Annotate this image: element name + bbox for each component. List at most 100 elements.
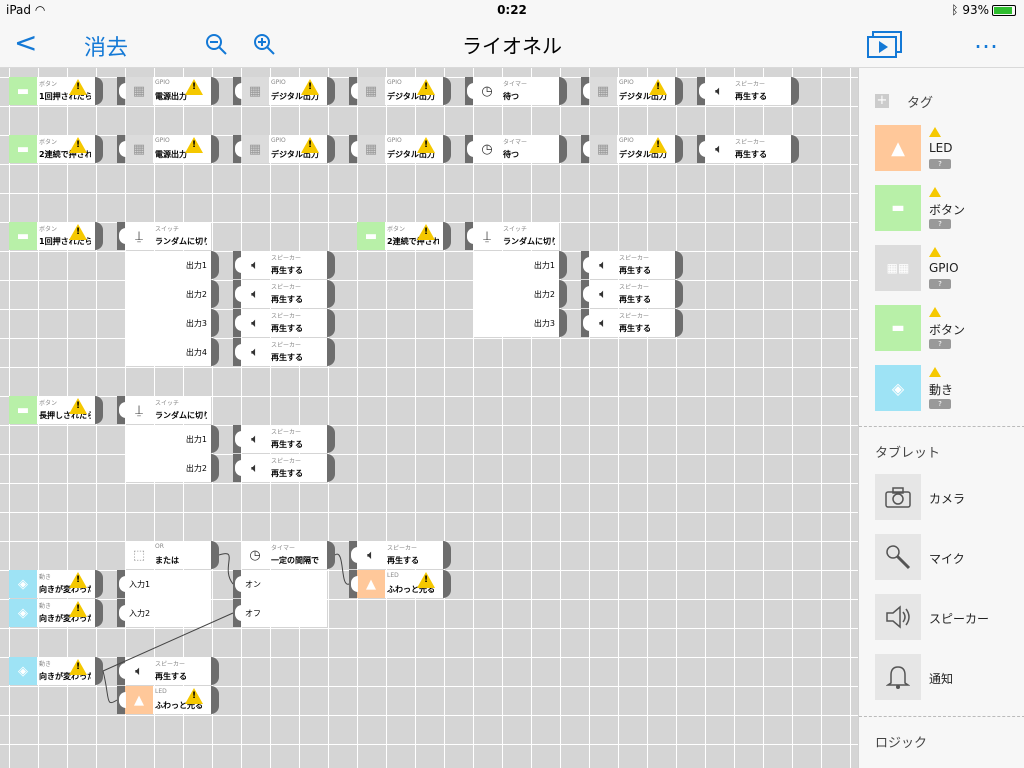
input-connector[interactable] [581, 77, 590, 105]
block-speaker[interactable]: 🔈︎ スピーカー 再生する [241, 338, 327, 366]
input-connector[interactable] [233, 251, 242, 279]
output-connector[interactable] [95, 570, 103, 598]
input-connector[interactable] [117, 135, 126, 163]
output-connector[interactable] [559, 309, 567, 337]
program-canvas[interactable]: ▬ボタン1回押されたら ▦GPIO電源出力 ▦GPIOデジタル出力 ▦GPIOデジタル… [0, 68, 858, 768]
output-connector[interactable] [327, 425, 335, 453]
input-connector[interactable] [117, 222, 126, 250]
output-connector[interactable] [327, 251, 335, 279]
output-connector[interactable] [327, 309, 335, 337]
input-connector[interactable] [233, 135, 242, 163]
block-button[interactable]: ▬ ボタン 長押しされたら [9, 396, 95, 424]
output-connector[interactable] [559, 135, 567, 163]
speaker-tile[interactable] [875, 594, 921, 640]
output-connector[interactable] [211, 77, 219, 105]
block-or[interactable]: ⬚ OR または [125, 541, 211, 569]
output-connector[interactable] [211, 309, 219, 337]
output-connector[interactable] [211, 541, 219, 569]
output-connector[interactable] [95, 135, 103, 163]
input-connector[interactable] [233, 599, 242, 627]
tag-button-tile[interactable]: ▬ [875, 185, 921, 231]
block-motion[interactable]: ◈動き向きが変わったら [9, 599, 95, 627]
notification-tile[interactable] [875, 654, 921, 700]
input-connector[interactable] [465, 222, 474, 250]
input-connector[interactable] [117, 686, 126, 714]
input-connector[interactable] [349, 541, 358, 569]
block-gpio[interactable]: ▦ GPIO デジタル出力 [241, 77, 327, 105]
tag-button-2-tile[interactable]: ▬ [875, 305, 921, 351]
block-motion[interactable]: ◈動き向きが変わったら [9, 657, 95, 685]
output-connector[interactable] [211, 135, 219, 163]
input-connector[interactable] [697, 77, 706, 105]
block-switch[interactable]: ⍊ スイッチランダムに切り替える [125, 396, 211, 424]
block-speaker[interactable]: 🔈︎ スピーカー 再生する [241, 454, 327, 482]
block-led[interactable]: ▲ LED ふわっと光る [125, 686, 211, 714]
input-connector[interactable] [233, 338, 242, 366]
output-connector[interactable] [95, 77, 103, 105]
block-speaker[interactable]: 🔈︎ スピーカー 再生する [241, 280, 327, 308]
input-connector[interactable] [465, 135, 474, 163]
output-connector[interactable] [211, 454, 219, 482]
output-connector[interactable] [327, 454, 335, 482]
block-timer[interactable]: ◷ タイマー 一定の間隔で [241, 541, 327, 569]
input-connector[interactable] [697, 135, 706, 163]
output-connector[interactable] [443, 541, 451, 569]
block-speaker[interactable]: 🔈︎ スピーカー 再生する [705, 77, 791, 105]
tag-gpio-tile[interactable]: ▦▦ [875, 245, 921, 291]
output-connector[interactable] [211, 686, 219, 714]
block-gpio[interactable]: ▦ GPIO デジタル出力 [357, 77, 443, 105]
more-button[interactable]: … [974, 26, 998, 54]
input-connector[interactable] [581, 309, 590, 337]
block-gpio[interactable]: ▦ GPIO デジタル出力 [357, 135, 443, 163]
output-connector[interactable] [559, 251, 567, 279]
output-connector[interactable] [95, 396, 103, 424]
add-tag-icon[interactable]: + [875, 94, 889, 108]
block-speaker[interactable]: 🔈︎ スピーカー 再生する [705, 135, 791, 163]
output-connector[interactable] [211, 280, 219, 308]
block-switch[interactable]: ⍊ スイッチランダムに切り替える [473, 222, 559, 250]
block-gpio[interactable]: ▦ GPIO デジタル出力 [589, 77, 675, 105]
block-speaker[interactable]: 🔈︎ スピーカー 再生する [589, 309, 675, 337]
output-connector[interactable] [443, 222, 451, 250]
block-button[interactable]: ▬ボタン2連続で押されたら [357, 222, 443, 250]
output-connector[interactable] [443, 135, 451, 163]
input-connector[interactable] [233, 280, 242, 308]
input-connector[interactable] [233, 570, 242, 598]
output-connector[interactable] [559, 77, 567, 105]
tag-led-tile[interactable]: ▲ [875, 125, 921, 171]
input-connector[interactable] [233, 425, 242, 453]
output-connector[interactable] [443, 77, 451, 105]
block-gpio[interactable]: ▦ GPIO 電源出力 [125, 135, 211, 163]
input-connector[interactable] [233, 454, 242, 482]
output-connector[interactable] [95, 222, 103, 250]
block-switch[interactable]: ⍊ スイッチランダムに切り替える [125, 222, 211, 250]
block-button[interactable]: ▬ ボタン 1回押されたら [9, 222, 95, 250]
block-speaker[interactable]: 🔈︎ スピーカー 再生する [357, 541, 443, 569]
output-connector[interactable] [211, 425, 219, 453]
output-connector[interactable] [443, 570, 451, 598]
block-button[interactable]: ▬ ボタン 1回押されたら [9, 77, 95, 105]
block-gpio[interactable]: ▦ GPIO デジタル出力 [589, 135, 675, 163]
input-connector[interactable] [117, 77, 126, 105]
play-slides-icon[interactable] [866, 30, 904, 58]
block-speaker[interactable]: 🔈︎ スピーカー 再生する [241, 251, 327, 279]
output-connector[interactable] [559, 280, 567, 308]
output-connector[interactable] [327, 541, 335, 569]
mic-tile[interactable] [875, 534, 921, 580]
input-connector[interactable] [117, 396, 126, 424]
block-gpio[interactable]: ▦ GPIO デジタル出力 [241, 135, 327, 163]
output-connector[interactable] [327, 77, 335, 105]
output-connector[interactable] [675, 309, 683, 337]
input-connector[interactable] [349, 135, 358, 163]
input-connector[interactable] [581, 280, 590, 308]
block-speaker[interactable]: 🔈︎ スピーカー 再生する [125, 657, 211, 685]
input-connector[interactable] [117, 657, 126, 685]
block-gpio[interactable]: ▦ GPIO 電源出力 [125, 77, 211, 105]
block-motion[interactable]: ◈動き向きが変わったら [9, 570, 95, 598]
input-connector[interactable] [117, 570, 126, 598]
block-speaker[interactable]: 🔈︎ スピーカー 再生する [589, 280, 675, 308]
output-connector[interactable] [675, 251, 683, 279]
output-connector[interactable] [327, 338, 335, 366]
output-connector[interactable] [675, 77, 683, 105]
output-connector[interactable] [327, 135, 335, 163]
